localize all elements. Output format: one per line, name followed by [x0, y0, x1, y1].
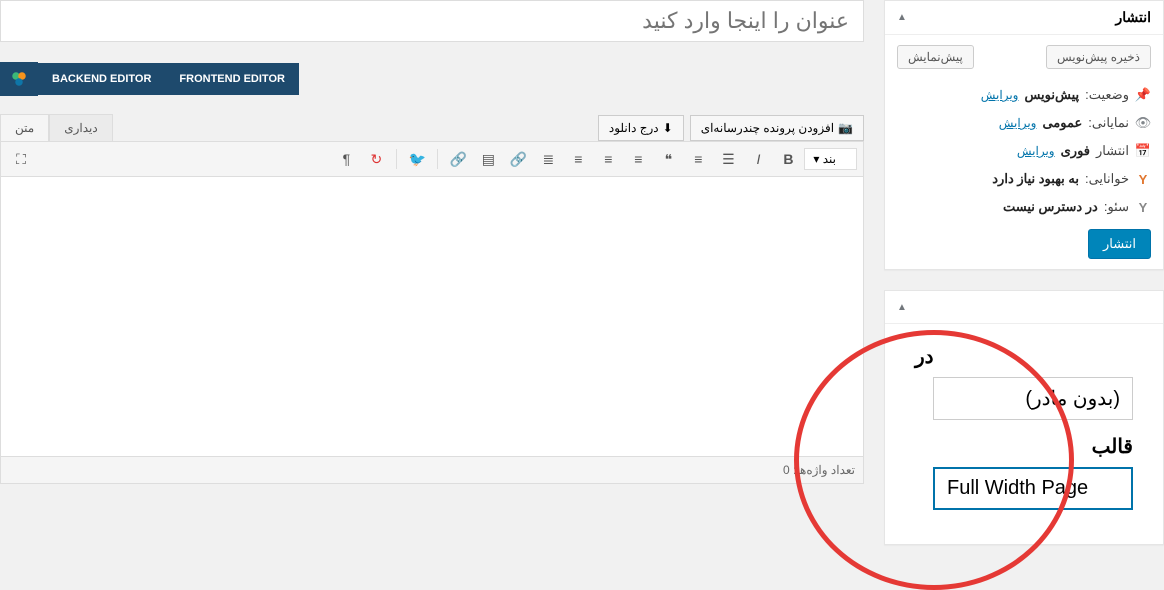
twitter-button[interactable]: 🐦	[403, 146, 431, 172]
yoast-readability-icon: Y	[1135, 172, 1151, 187]
align-center-button[interactable]: ≡	[594, 146, 622, 172]
status-edit-link[interactable]: ویرایش	[981, 88, 1019, 102]
status-label: وضعیت:	[1085, 87, 1129, 103]
publish-date-label: انتشار	[1096, 143, 1129, 159]
refresh-button[interactable]: ↻	[362, 146, 390, 172]
align-left-button[interactable]: ≡	[564, 146, 592, 172]
format-select[interactable]: بند ▾	[804, 148, 857, 170]
template-label: قالب	[915, 434, 1133, 459]
visual-composer-icon	[0, 62, 38, 96]
content-editor[interactable]	[0, 177, 864, 457]
eye-icon: 👁	[1135, 115, 1151, 131]
fullscreen-button[interactable]: ⛶	[7, 146, 35, 172]
blockquote-button[interactable]: ❝	[654, 146, 682, 172]
page-attributes-panel: ▲ در (بدون مادر) قالب Full Width Page	[884, 290, 1164, 545]
italic-button[interactable]: I	[744, 146, 772, 172]
backend-editor-button[interactable]: BACKEND EDITOR	[38, 63, 165, 95]
publish-button[interactable]: انتشار	[1088, 229, 1151, 259]
paragraph-button[interactable]: ¶	[332, 146, 360, 172]
readability-value: به بهبود نیاز دارد	[992, 171, 1079, 187]
save-draft-button[interactable]: ذخیره پیش‌نویس	[1046, 45, 1151, 69]
visibility-edit-link[interactable]: ویرایش	[999, 116, 1037, 130]
editor-toolbar: بند ▾ B I ☰ ≡ ❝ ≡ ≡ ≡ ≣ 🔗 ▤ 🔗 🐦 ↻ ¶ ⛶	[0, 141, 864, 177]
seo-label: سئو:	[1104, 199, 1129, 215]
parent-select[interactable]: (بدون مادر)	[933, 377, 1133, 420]
template-select[interactable]: Full Width Page	[933, 467, 1133, 510]
publish-panel-title: انتشار	[1115, 9, 1151, 26]
panel-toggle-icon[interactable]: ▲	[897, 12, 907, 23]
bold-button[interactable]: B	[774, 146, 802, 172]
readmore-button[interactable]: ▤	[474, 146, 502, 172]
pin-icon: 📌	[1135, 87, 1151, 103]
attributes-panel-title	[1147, 299, 1151, 315]
visibility-label: نمایانی:	[1088, 115, 1129, 131]
align-justify-button[interactable]: ≣	[534, 146, 562, 172]
publish-panel: انتشار ▲ ذخیره پیش‌نویس پیش‌نمایش 📌 وضعی…	[884, 0, 1164, 270]
publish-date-value: فوری	[1061, 143, 1090, 159]
preview-button[interactable]: پیش‌نمایش	[897, 45, 974, 69]
add-media-button[interactable]: 📷 افزودن پرونده چندرسانه‌ای	[690, 115, 864, 141]
tab-text[interactable]: متن	[0, 114, 49, 141]
word-count-bar: تعداد واژه‌ها: 0	[0, 457, 864, 484]
unlink-button[interactable]: 🔗	[444, 146, 472, 172]
camera-music-icon: 📷	[838, 121, 853, 135]
numbered-list-button[interactable]: ≡	[684, 146, 712, 172]
tab-visual[interactable]: دیداری	[49, 114, 113, 141]
publish-date-edit-link[interactable]: ویرایش	[1017, 144, 1055, 158]
readability-label: خوانایی:	[1085, 171, 1129, 187]
status-value: پیش‌نویس	[1024, 87, 1079, 103]
visibility-value: عمومی	[1042, 115, 1082, 131]
seo-value: در دسترس نیست	[1003, 199, 1098, 215]
frontend-editor-button[interactable]: FRONTEND EDITOR	[165, 63, 299, 95]
parent-truncated-label: در	[915, 344, 1133, 369]
download-icon: ⬇	[663, 121, 673, 135]
editor-mode-switch: FRONTEND EDITOR BACKEND EDITOR	[0, 62, 864, 96]
link-button[interactable]: 🔗	[504, 146, 532, 172]
bullet-list-button[interactable]: ☰	[714, 146, 742, 172]
title-input[interactable]	[0, 0, 864, 42]
align-right-button[interactable]: ≡	[624, 146, 652, 172]
yoast-seo-icon: Y	[1135, 200, 1151, 215]
calendar-icon: 📅	[1135, 143, 1151, 159]
panel-toggle-icon[interactable]: ▲	[897, 302, 907, 313]
insert-download-button[interactable]: ⬇ درج دانلود	[598, 115, 684, 141]
